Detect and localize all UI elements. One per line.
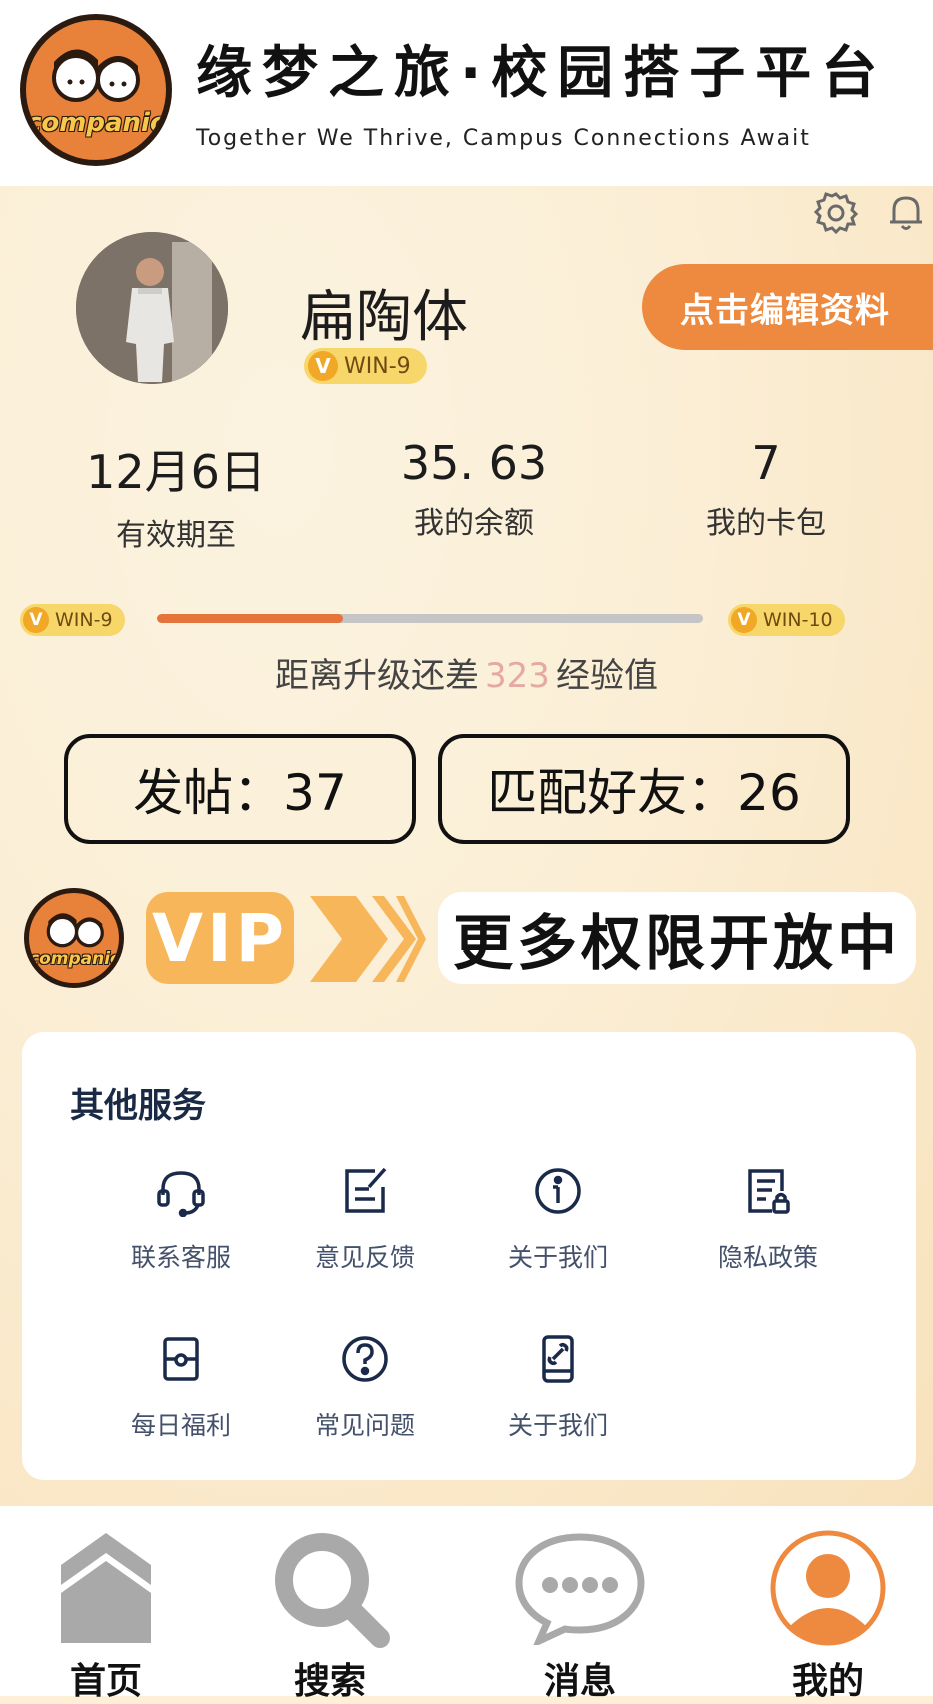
nav-mine[interactable]: 我的 — [738, 1506, 918, 1702]
nav-label: 首页 — [69, 1661, 142, 1702]
current-level-text: WIN-9 — [55, 609, 113, 631]
level-text: WIN-9 — [344, 353, 411, 379]
stat-expiry[interactable]: 12月6日 有效期至 — [66, 436, 286, 554]
app-title: 缘梦之旅·校园搭子平台 — [196, 41, 888, 106]
service-daily-benefit[interactable]: 每日福利 — [91, 1330, 271, 1442]
headset-icon — [91, 1162, 271, 1220]
app-header: companion 缘梦之旅·校园搭子平台 Together We Thrive… — [0, 0, 933, 186]
services-title: 其他服务 — [70, 1086, 206, 1126]
edit-profile-button[interactable]: 点击编辑资料 — [642, 264, 933, 350]
vip-message: 更多权限开放中 — [438, 892, 916, 984]
user-avatar[interactable] — [76, 232, 228, 384]
vip-v-icon: V — [308, 351, 338, 381]
logo-characters-icon — [46, 913, 104, 948]
vip-v-icon: V — [731, 607, 757, 633]
info-icon — [468, 1162, 648, 1220]
service-label: 意见反馈 — [314, 1243, 415, 1272]
exp-prefix: 距离升级还差 — [275, 656, 480, 696]
stat-label: 我的余额 — [414, 506, 534, 541]
vip-logo: companion — [24, 888, 124, 988]
nav-label: 消息 — [543, 1661, 616, 1702]
vip-v-icon: V — [23, 607, 49, 633]
stat-value: 12月6日 — [86, 445, 266, 499]
app-logo: companion — [20, 14, 172, 166]
logo-characters-icon — [52, 49, 140, 102]
stat-label: 我的卡包 — [706, 506, 826, 541]
service-label: 联系客服 — [130, 1243, 231, 1272]
nav-search[interactable]: 搜索 — [240, 1506, 420, 1702]
next-level-text: WIN-10 — [763, 609, 833, 631]
current-level-badge: V WIN-9 — [20, 604, 125, 636]
service-feedback[interactable]: 意见反馈 — [275, 1162, 455, 1274]
service-label: 每日福利 — [130, 1411, 231, 1440]
question-icon — [275, 1330, 455, 1388]
service-label: 关于我们 — [507, 1243, 608, 1272]
notification-bell-icon[interactable] — [884, 190, 928, 234]
chevron-right-icon — [310, 896, 426, 982]
stat-card-wallet[interactable]: 7 我的卡包 — [656, 436, 876, 542]
posts-count-button[interactable]: 发帖：37 — [64, 734, 416, 844]
search-icon — [240, 1524, 420, 1652]
vip-button[interactable]: VIP — [146, 892, 294, 984]
nav-messages[interactable]: 消息 — [490, 1506, 670, 1702]
next-level-badge: V WIN-10 — [728, 604, 845, 636]
service-faq[interactable]: 常见问题 — [275, 1330, 455, 1442]
stat-label: 有效期至 — [116, 518, 236, 553]
bottom-navigation: 首页 搜索 消息 我的 — [0, 1506, 933, 1702]
nav-home[interactable]: 首页 — [16, 1506, 196, 1702]
nav-label: 我的 — [791, 1661, 864, 1702]
logo-wordmark: companion — [29, 949, 124, 969]
service-contact-support[interactable]: 联系客服 — [91, 1162, 271, 1274]
other-services-card: 其他服务 联系客服 意见反馈 关于我们 隐私政策 每日福利 常见问题 关于我们 — [22, 1032, 916, 1480]
exp-suffix: 经验值 — [555, 656, 658, 696]
stat-value: 35. 63 — [400, 436, 548, 490]
user-level-badge: V WIN-9 — [304, 348, 427, 384]
stat-balance[interactable]: 35. 63 我的余额 — [364, 436, 584, 542]
level-progress-bar — [157, 614, 703, 623]
exp-remaining-text: 距离升级还差 323 经验值 — [0, 648, 933, 697]
home-chevron-icon — [16, 1524, 196, 1652]
service-label: 常见问题 — [314, 1411, 415, 1440]
app-slogan: Together We Thrive, Campus Connections A… — [196, 126, 811, 151]
chat-bubble-icon — [490, 1524, 670, 1652]
username: 扁陶体 — [300, 285, 468, 350]
phone-link-icon — [468, 1330, 648, 1388]
feedback-edit-icon — [275, 1162, 455, 1220]
privacy-doc-lock-icon — [678, 1162, 858, 1220]
profile-person-icon — [738, 1524, 918, 1652]
matched-friends-button[interactable]: 匹配好友：26 — [438, 734, 850, 844]
level-progress-fill — [157, 614, 343, 623]
service-label: 关于我们 — [507, 1411, 608, 1440]
exp-remaining-value: 323 — [485, 656, 550, 696]
settings-gear-icon[interactable] — [814, 190, 858, 234]
stat-value: 7 — [751, 436, 781, 490]
nav-label: 搜索 — [293, 1661, 366, 1702]
service-about-us[interactable]: 关于我们 — [468, 1162, 648, 1274]
logo-wordmark: companion — [26, 108, 172, 138]
service-about-us-2[interactable]: 关于我们 — [468, 1330, 648, 1442]
avatar-photo — [76, 232, 228, 384]
daily-gift-icon — [91, 1330, 271, 1388]
service-privacy-policy[interactable]: 隐私政策 — [678, 1162, 858, 1274]
service-label: 隐私政策 — [717, 1243, 818, 1272]
